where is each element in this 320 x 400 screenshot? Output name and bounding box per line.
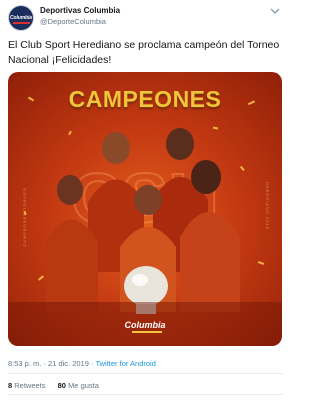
likes-stat[interactable]: 80 Me gusta bbox=[58, 381, 99, 390]
tweet-meta: 8:53 p. m. · 21 dic. 2019 · Twitter for … bbox=[8, 359, 156, 368]
media-headline: CAMPEONES bbox=[68, 86, 222, 112]
retweets-count: 8 bbox=[8, 381, 13, 390]
likes-label: Me gusta bbox=[68, 381, 99, 390]
display-name[interactable]: Deportivas Columbia bbox=[40, 6, 120, 15]
media-side-text-right: HEREDIANO 2019 bbox=[265, 182, 270, 230]
avatar-logo-text: Columbia bbox=[10, 15, 32, 21]
tweet-card: Columbia Deportivas Columbia @DeporteCol… bbox=[0, 0, 290, 400]
brand-stripe bbox=[132, 331, 162, 333]
avatar-stripe bbox=[13, 22, 30, 24]
media-brand-logo: Columbia bbox=[124, 320, 166, 330]
tweet-time[interactable]: 8:53 p. m. bbox=[8, 359, 41, 368]
tweet-stats: 8 Retweets 80 Me gusta bbox=[8, 381, 109, 390]
retweets-label: Retweets bbox=[14, 381, 46, 390]
tweet-text: El Club Sport Herediano se proclama camp… bbox=[8, 39, 280, 66]
likes-count: 80 bbox=[57, 381, 66, 390]
chevron-down-icon[interactable] bbox=[270, 7, 280, 15]
retweets-stat[interactable]: 8 Retweets bbox=[8, 381, 46, 390]
divider-bottom bbox=[8, 394, 284, 395]
user-handle[interactable]: @DeporteColumbia bbox=[40, 17, 106, 26]
avatar[interactable]: Columbia bbox=[8, 5, 34, 31]
celebration-illustration: CSH bbox=[8, 96, 282, 346]
tweet-date[interactable]: 21 dic. 2019 bbox=[48, 359, 89, 368]
tweet-media-image[interactable]: CSH bbox=[8, 72, 282, 346]
tweet-source-link[interactable]: Twitter for Android bbox=[95, 359, 155, 368]
divider bbox=[8, 373, 284, 374]
media-side-text-left: CAMPEONES TORNEO bbox=[22, 187, 27, 247]
